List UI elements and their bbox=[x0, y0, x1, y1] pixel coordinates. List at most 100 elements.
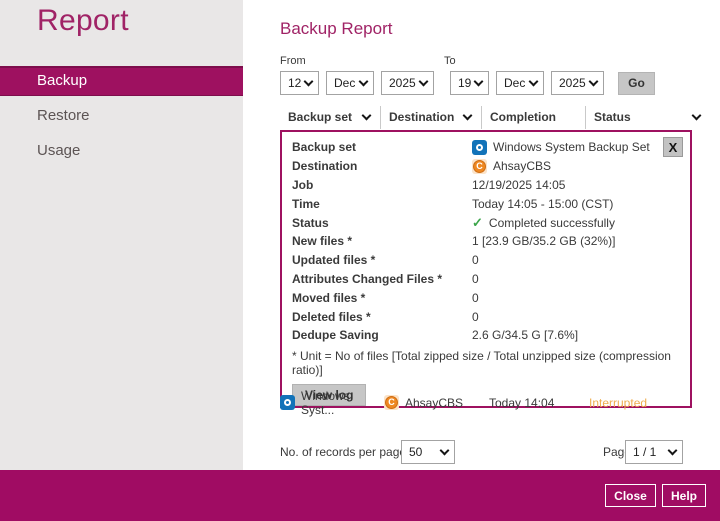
detail-row-destination: Destination C AhsayCBS bbox=[282, 157, 690, 176]
page-value: 1 / 1 bbox=[633, 445, 656, 459]
ahsaycbs-icon: C bbox=[384, 395, 399, 410]
chevron-down-icon bbox=[419, 77, 429, 87]
filter-status[interactable]: Status bbox=[585, 106, 710, 129]
detail-label: Destination bbox=[292, 159, 472, 173]
app-title: Report bbox=[37, 4, 129, 38]
detail-label: Job bbox=[292, 178, 472, 192]
detail-row-attributes-changed: Attributes Changed Files * 0 bbox=[282, 270, 690, 289]
detail-label: Moved files * bbox=[292, 291, 472, 305]
detail-row-backup-set: Backup set Windows System Backup Set bbox=[282, 138, 690, 157]
records-per-page-value: 50 bbox=[409, 445, 422, 459]
detail-row-job: Job 12/19/2025 14:05 bbox=[282, 176, 690, 195]
page-select[interactable]: 1 / 1 bbox=[625, 440, 683, 464]
from-month-select[interactable]: Dec bbox=[326, 71, 374, 95]
records-per-page-select[interactable]: 50 bbox=[401, 440, 455, 464]
chevron-down-icon bbox=[304, 77, 314, 87]
main-content: Backup Report From To 12 Dec 2025 19 Dec… bbox=[243, 0, 720, 470]
detail-label: Attributes Changed Files * bbox=[292, 272, 472, 286]
chevron-down-icon bbox=[589, 77, 599, 87]
sidebar: Report Backup Restore Usage bbox=[0, 0, 243, 470]
filter-completion-label: Completion bbox=[490, 110, 556, 124]
detail-value: Today 14:05 - 15:00 (CST) bbox=[472, 197, 613, 211]
chevron-down-icon bbox=[359, 77, 369, 87]
to-month-value: Dec bbox=[504, 76, 525, 90]
filter-backup-set-label: Backup set bbox=[288, 110, 352, 124]
list-row-backup-set: Windows Syst... bbox=[301, 389, 379, 417]
close-button[interactable]: Close bbox=[605, 484, 656, 507]
detail-row-updated-files: Updated files * 0 bbox=[282, 251, 690, 270]
detail-label: Status bbox=[292, 216, 472, 230]
ahsaycbs-icon: C bbox=[472, 159, 487, 174]
detail-value: 2.6 G/34.5 G [7.6%] bbox=[472, 328, 578, 342]
close-detail-button[interactable]: X bbox=[663, 137, 683, 157]
chevron-down-icon bbox=[474, 77, 484, 87]
detail-value: AhsayCBS bbox=[493, 159, 551, 173]
filter-status-label: Status bbox=[594, 110, 631, 124]
detail-value: 0 bbox=[472, 272, 479, 286]
detail-value: 0 bbox=[472, 253, 479, 267]
detail-row-dedupe-saving: Dedupe Saving 2.6 G/34.5 G [7.6%] bbox=[282, 326, 690, 345]
backup-set-icon bbox=[472, 140, 487, 155]
to-month-select[interactable]: Dec bbox=[496, 71, 544, 95]
unit-footnote: * Unit = No of files [Total zipped size … bbox=[282, 349, 690, 377]
records-per-page-label: No. of records per page bbox=[280, 445, 406, 459]
detail-label: Updated files * bbox=[292, 253, 472, 267]
detail-row-moved-files: Moved files * 0 bbox=[282, 288, 690, 307]
sidebar-item-backup-label: Backup bbox=[37, 72, 87, 89]
backup-detail-panel: X Backup set Windows System Backup Set D… bbox=[280, 130, 692, 408]
detail-row-status: Status ✓ Completed successfully bbox=[282, 213, 690, 232]
sidebar-item-usage-label: Usage bbox=[37, 142, 80, 159]
report-list-row[interactable]: Windows Syst... C AhsayCBS Today 14:04 I… bbox=[280, 393, 710, 412]
go-button[interactable]: Go bbox=[618, 72, 655, 95]
detail-value: Windows System Backup Set bbox=[493, 140, 650, 154]
to-year-value: 2025 bbox=[559, 76, 586, 90]
chevron-down-icon bbox=[692, 111, 702, 121]
from-year-value: 2025 bbox=[389, 76, 416, 90]
detail-value: Completed successfully bbox=[489, 216, 615, 230]
detail-value: 0 bbox=[472, 310, 479, 324]
to-year-select[interactable]: 2025 bbox=[551, 71, 604, 95]
sidebar-item-restore[interactable]: Restore bbox=[0, 101, 243, 131]
chevron-down-icon bbox=[463, 111, 473, 121]
to-day-value: 19 bbox=[458, 76, 471, 90]
detail-label: Deleted files * bbox=[292, 310, 472, 324]
backup-set-icon bbox=[280, 395, 295, 410]
from-month-value: Dec bbox=[334, 76, 355, 90]
detail-row-time: Time Today 14:05 - 15:00 (CST) bbox=[282, 194, 690, 213]
sidebar-item-restore-label: Restore bbox=[37, 107, 90, 124]
detail-value: 12/19/2025 14:05 bbox=[472, 178, 565, 192]
detail-value: 0 bbox=[472, 291, 479, 305]
chevron-down-icon bbox=[440, 446, 450, 456]
page-title: Backup Report bbox=[280, 19, 392, 39]
chevron-down-icon bbox=[362, 111, 372, 121]
detail-label: New files * bbox=[292, 234, 472, 248]
detail-label: Time bbox=[292, 197, 472, 211]
filter-backup-set[interactable]: Backup set bbox=[280, 106, 380, 129]
detail-value: 1 [23.9 GB/35.2 GB (32%)] bbox=[472, 234, 615, 248]
from-year-select[interactable]: 2025 bbox=[381, 71, 434, 95]
date-filter-row: 12 Dec 2025 19 Dec 2025 Go bbox=[280, 71, 655, 95]
detail-row-deleted-files: Deleted files * 0 bbox=[282, 307, 690, 326]
from-label: From bbox=[280, 55, 306, 67]
sidebar-item-usage[interactable]: Usage bbox=[0, 136, 243, 166]
list-row-status-badge: Interrupted bbox=[589, 396, 647, 410]
from-day-value: 12 bbox=[288, 76, 301, 90]
from-day-select[interactable]: 12 bbox=[280, 71, 319, 95]
chevron-down-icon bbox=[668, 446, 678, 456]
help-button[interactable]: Help bbox=[662, 484, 706, 507]
chevron-down-icon bbox=[529, 77, 539, 87]
to-day-select[interactable]: 19 bbox=[450, 71, 489, 95]
detail-row-new-files: New files * 1 [23.9 GB/35.2 GB (32%)] bbox=[282, 232, 690, 251]
sidebar-item-backup[interactable]: Backup bbox=[0, 66, 243, 96]
list-row-time: Today 14:04 bbox=[489, 396, 589, 410]
check-icon: ✓ bbox=[472, 215, 483, 231]
filter-destination[interactable]: Destination bbox=[380, 106, 481, 129]
detail-label: Backup set bbox=[292, 140, 472, 154]
filter-column-bar: Backup set Destination Completion Status bbox=[280, 106, 710, 129]
detail-label: Dedupe Saving bbox=[292, 328, 472, 342]
filter-destination-label: Destination bbox=[389, 110, 454, 124]
footer-bar: Close Help bbox=[0, 470, 720, 521]
filter-completion[interactable]: Completion bbox=[481, 106, 585, 129]
to-label: To bbox=[444, 55, 456, 67]
list-row-destination: AhsayCBS bbox=[405, 396, 482, 410]
